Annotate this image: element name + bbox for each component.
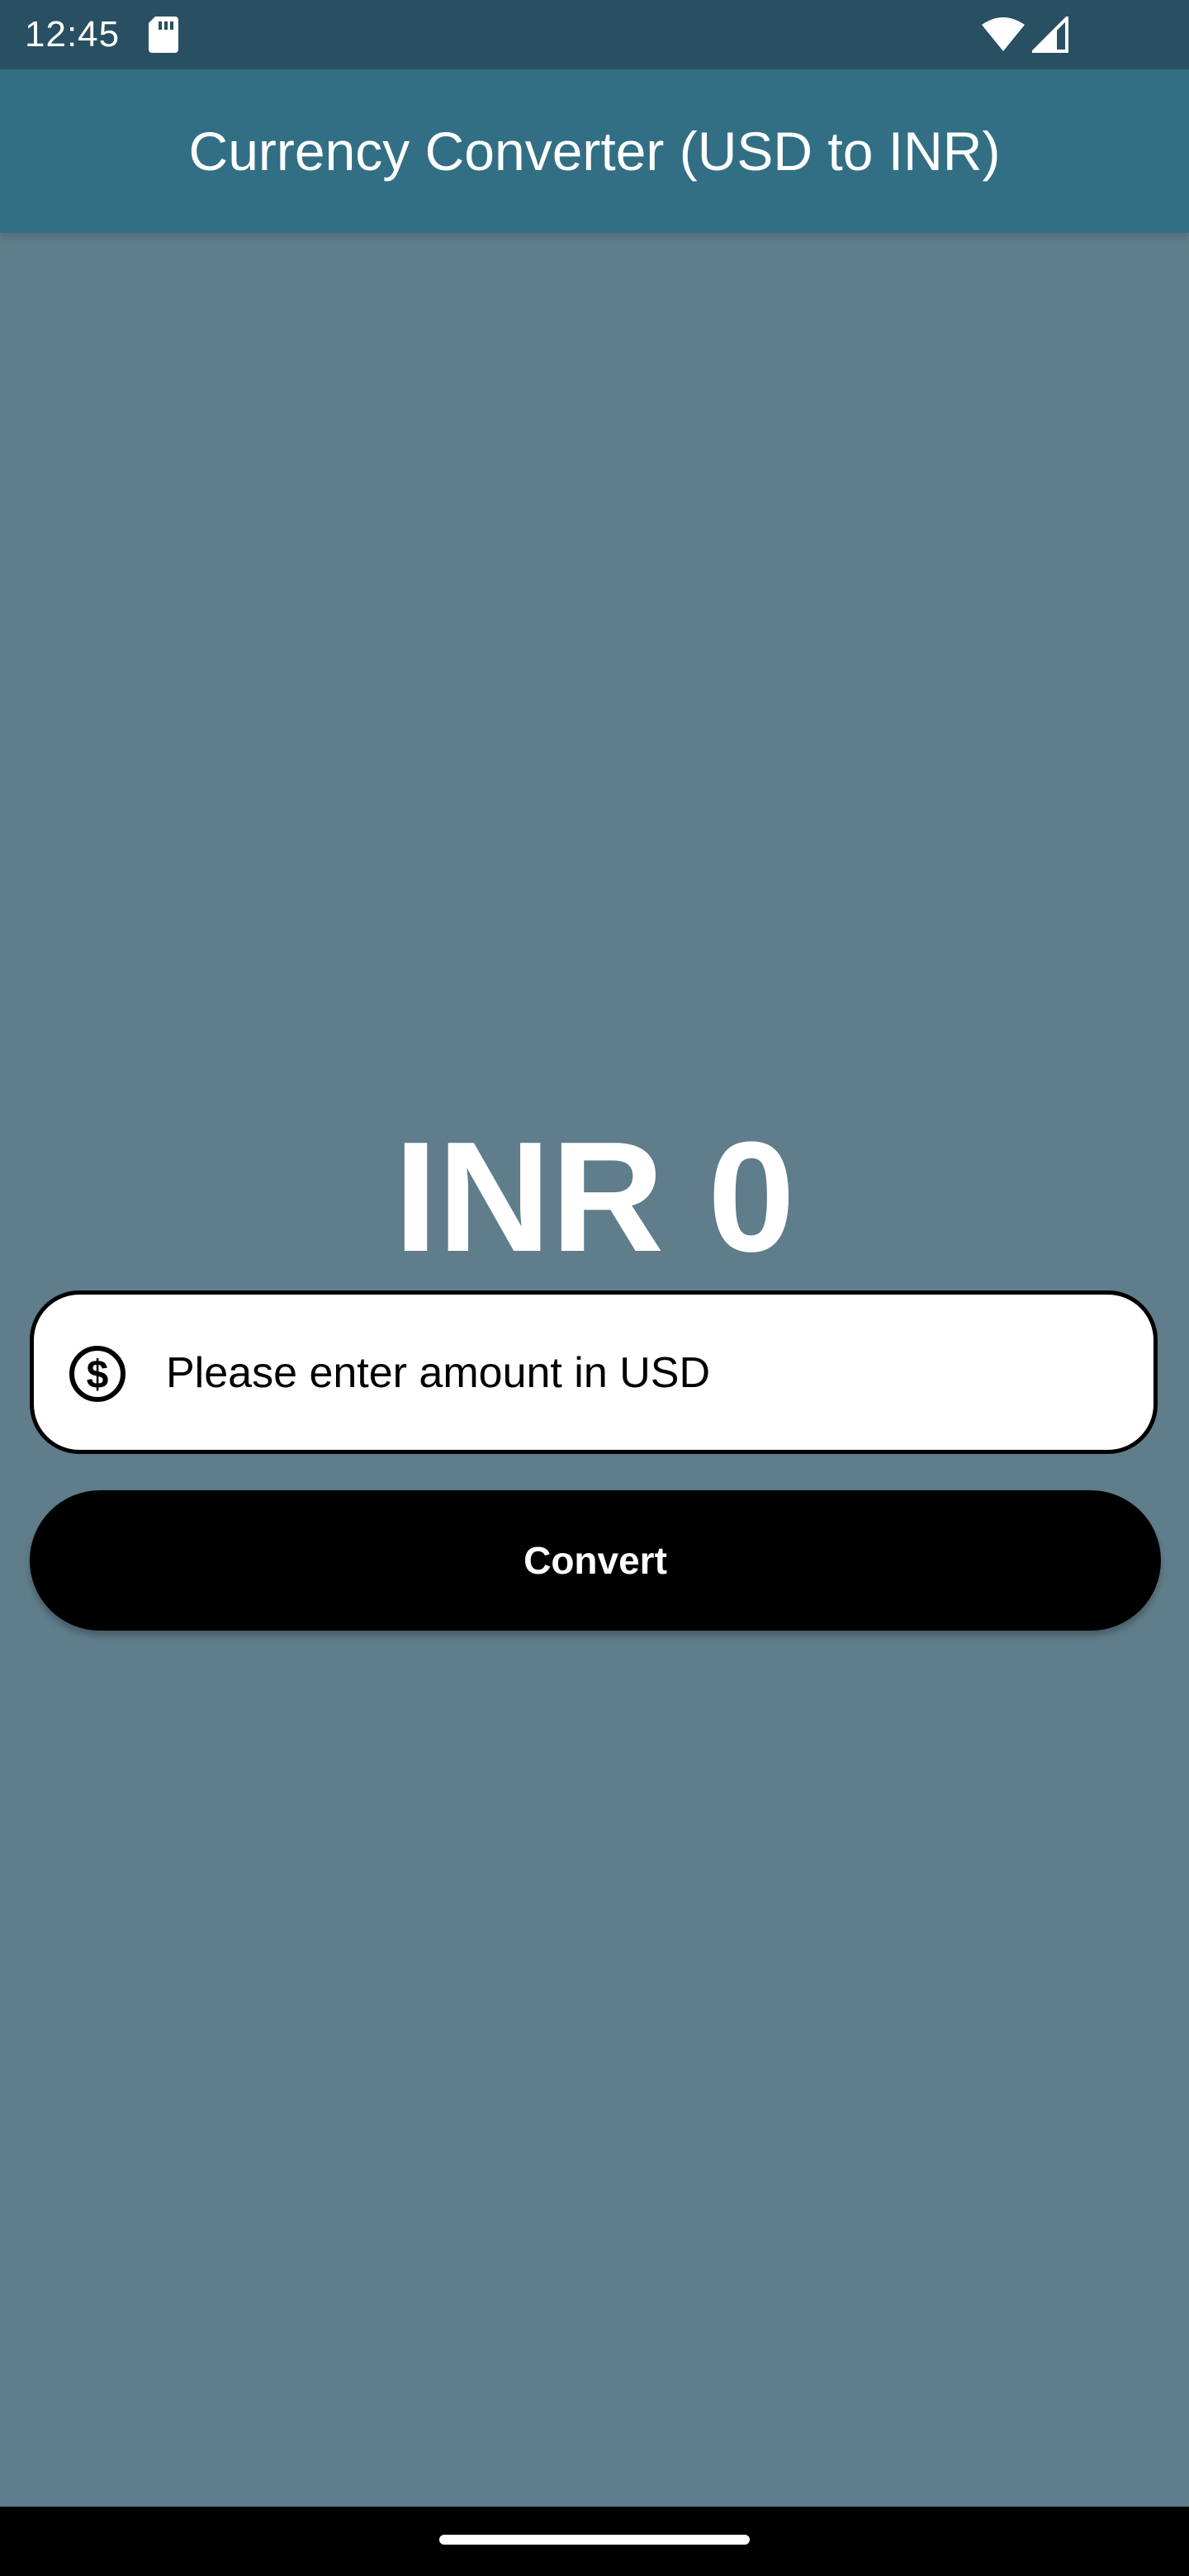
wifi-icon [981,17,1026,53]
app-bar: Currency Converter (USD to INR) [0,69,1189,233]
conversion-result: INR 0 [394,1110,795,1285]
page-title: Currency Converter (USD to INR) [188,121,1001,182]
convert-button[interactable]: Convert [30,1490,1161,1631]
amount-field[interactable]: $ [30,1290,1158,1454]
cellular-signal-icon [1030,14,1068,53]
navigation-bar [0,2507,1189,2576]
status-time: 12:45 [25,14,121,54]
svg-text:$: $ [87,1353,109,1397]
status-bar: 12:45 [0,0,1189,69]
sd-card-icon [149,17,178,53]
dollar-circle-icon: $ [69,1345,126,1403]
amount-input[interactable] [166,1328,1116,1418]
home-indicator[interactable] [439,2535,750,2545]
